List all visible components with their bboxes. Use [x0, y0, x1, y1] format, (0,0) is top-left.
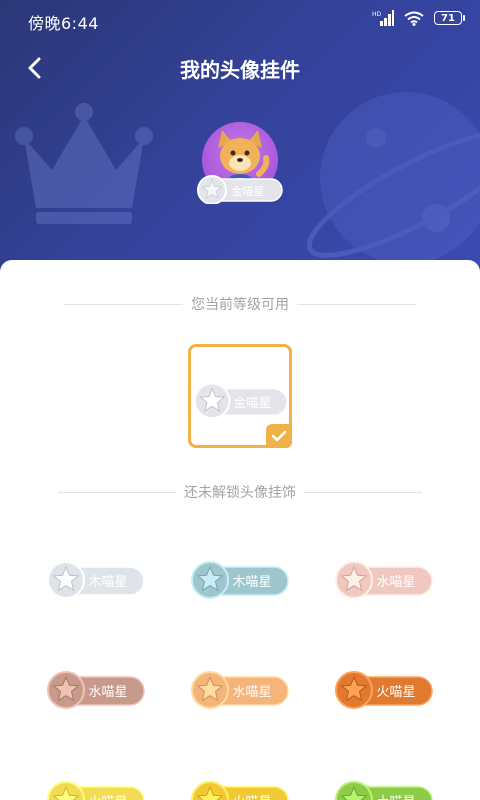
badge-label: 水喵星 [232, 685, 271, 700]
badge-graphic: 火喵星 [47, 781, 145, 800]
locked-badge-item[interactable]: 水喵星 [334, 560, 434, 604]
current-badge: 金喵星 [196, 174, 284, 208]
status-icons: HD 71 [372, 10, 465, 26]
hd-label: HD [372, 11, 382, 18]
badge-graphic: 火喵星 [191, 781, 289, 800]
avatar-with-badge: 金喵星 [197, 122, 283, 212]
section-label-available: 您当前等级可用 [191, 297, 289, 313]
selected-badge: 金喵星 [193, 381, 289, 425]
badge-label: 水喵星 [88, 685, 127, 700]
badge-graphic: 木喵星 [47, 561, 145, 599]
section-divider-available: 您当前等级可用 [64, 294, 416, 314]
locked-badge-item[interactable]: 火喵星 [334, 670, 434, 714]
crown-icon [15, 103, 153, 224]
badge-label: 金喵星 [234, 395, 271, 410]
profile-header: 傍晚6:44 HD 71 我的头像挂件 金喵星 [0, 0, 480, 300]
badge-option-selected[interactable]: 金喵星 [188, 344, 292, 448]
locked-badge-item[interactable]: 木喵星 [46, 560, 146, 604]
badge-graphic: 木喵星 [191, 561, 289, 599]
page-title: 我的头像挂件 [180, 58, 300, 82]
locked-badge-item[interactable]: 水喵星 [190, 670, 290, 714]
wifi-icon [404, 11, 424, 26]
locked-badge-item[interactable]: 水喵星 [46, 670, 146, 714]
status-bar: 傍晚6:44 HD 71 [0, 0, 480, 40]
selected-check [266, 424, 292, 448]
badge-graphic: 水喵星 [191, 671, 289, 709]
badge-label: 火喵星 [232, 795, 271, 800]
content-card: 您当前等级可用 金喵星 还未解锁头像挂饰 木喵星木喵星水喵星水喵星水喵星火喵星火… [0, 260, 480, 800]
signal-icon: HD [372, 10, 394, 26]
locked-badge-item[interactable]: 火喵星 [190, 780, 290, 800]
badge-graphic: 水喵星 [335, 561, 433, 599]
badge-label: 土喵星 [376, 795, 415, 800]
badge-graphic: 水喵星 [47, 671, 145, 709]
badge-graphic: 金喵星 [193, 382, 288, 420]
nav-bar: 我的头像挂件 [0, 44, 480, 92]
battery-indicator: 71 [434, 11, 465, 25]
planet-icon [306, 92, 480, 264]
locked-badge-item[interactable]: 土喵星 [334, 780, 434, 800]
status-time: 傍晚6:44 [28, 14, 99, 33]
badge-label: 水喵星 [376, 575, 415, 590]
badge-label: 火喵星 [88, 795, 127, 800]
checkmark-icon [271, 430, 287, 442]
section-divider-locked: 还未解锁头像挂饰 [58, 482, 422, 502]
badge-label: 火喵星 [376, 685, 415, 700]
section-label-locked: 还未解锁头像挂饰 [184, 485, 296, 501]
locked-badge-item[interactable]: 火喵星 [46, 780, 146, 800]
locked-badge-item[interactable]: 木喵星 [190, 560, 290, 604]
badge-label: 木喵星 [232, 575, 271, 590]
badge-label: 木喵星 [88, 575, 127, 590]
badge-graphic: 火喵星 [335, 671, 433, 709]
badge-graphic: 土喵星 [335, 781, 433, 800]
current-badge-label: 金喵星 [232, 184, 265, 198]
